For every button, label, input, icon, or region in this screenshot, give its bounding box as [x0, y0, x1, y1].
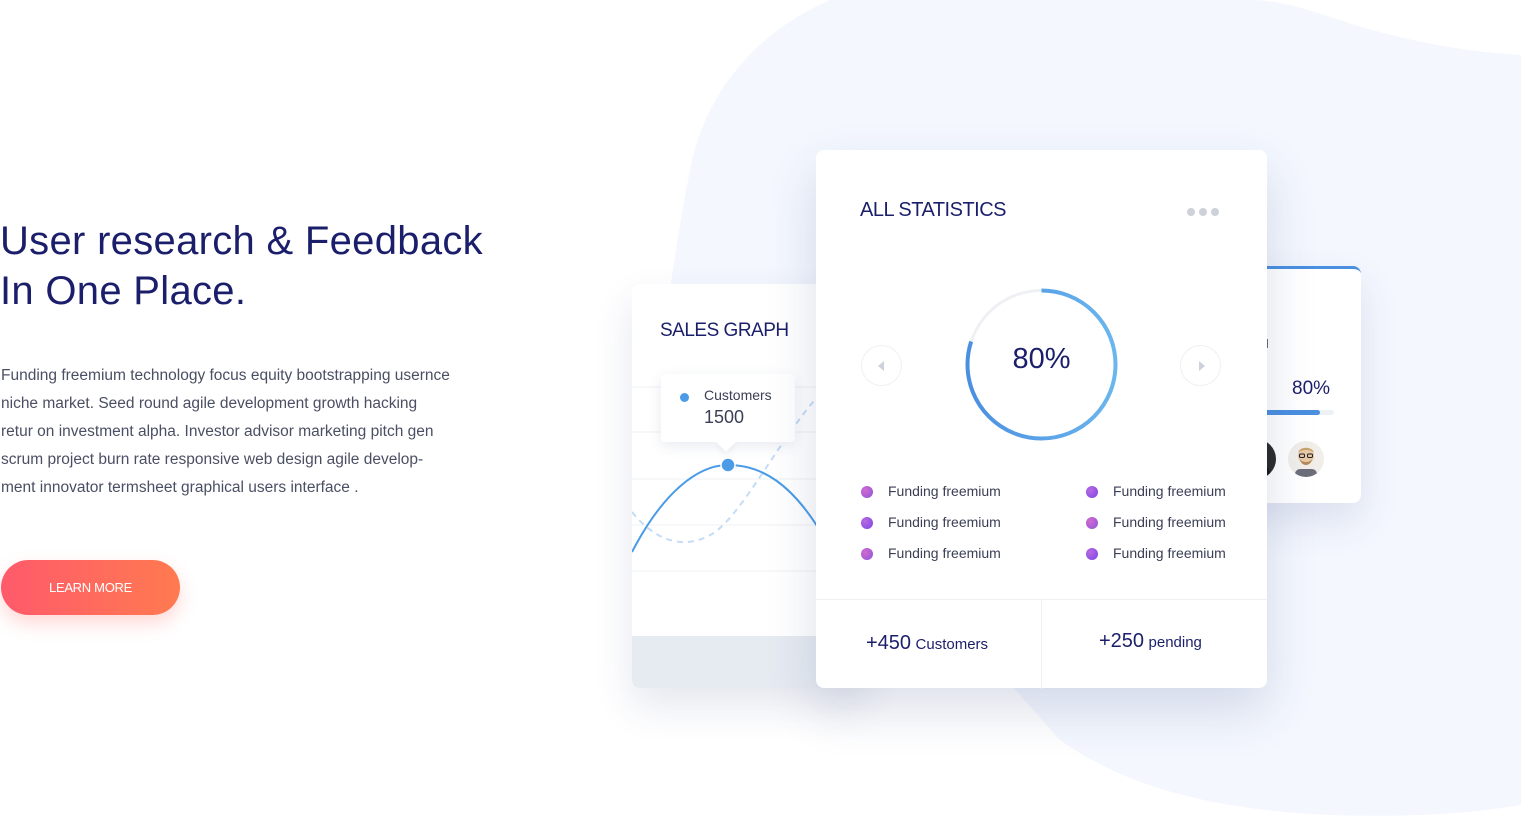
tooltip-label: Customers	[704, 387, 772, 403]
hero-title-line-1: User research & Feedback	[0, 219, 483, 263]
pending-label: pending	[1148, 634, 1202, 651]
tooltip-value: 1500	[704, 407, 745, 427]
chart-tooltip: Customers 1500	[661, 374, 795, 442]
statistics-card: ALL STATISTICS 80% Funding freemium Fund…	[816, 150, 1267, 689]
customers-count: +450	[866, 632, 912, 654]
legend-dot	[1086, 517, 1098, 529]
footer-divider	[1041, 600, 1042, 689]
legend-label: Funding freemium	[888, 514, 1001, 530]
previous-button[interactable]	[861, 345, 902, 386]
legend-dot	[1086, 486, 1098, 498]
hero-description-line: retur on investment alpha. Investor advi…	[1, 423, 434, 440]
statistics-footer: +450 Customers +250 pending	[816, 599, 1267, 689]
primary-series-line	[632, 463, 823, 553]
learn-more-button[interactable]: LEARN MORE	[1, 560, 180, 615]
next-button[interactable]	[1180, 345, 1221, 386]
legend-label: Funding freemium	[1113, 483, 1226, 499]
more-horizontal-icon[interactable]	[1185, 206, 1221, 218]
progress-percent: 80%	[1012, 343, 1071, 375]
hero-description: Funding freemium technology focus equity…	[1, 362, 501, 502]
legend-dot	[1086, 548, 1098, 560]
team-progress-percent: 80%	[1292, 378, 1331, 399]
legend-label: Funding freemium	[1113, 545, 1226, 561]
user-avatar[interactable]	[1286, 439, 1326, 479]
tooltip-dot	[680, 393, 689, 402]
hero-title: User research & Feedback In One Place.	[0, 216, 520, 316]
statistics-title: ALL STATISTICS	[860, 199, 1007, 221]
hero-description-line: niche market. Seed round agile developme…	[1, 395, 418, 412]
hero-description-line: Funding freemium technology focus equity…	[1, 367, 450, 384]
legend-label: Funding freemium	[1113, 514, 1226, 530]
chevron-right-icon	[1199, 361, 1205, 371]
customers-stat: +450 Customers	[866, 632, 988, 655]
hero-title-line-2: In One Place.	[0, 269, 247, 313]
team-progress-track	[1264, 410, 1334, 415]
legend-dot	[861, 548, 873, 560]
highlight-point	[720, 457, 736, 473]
legend-label: Funding freemium	[888, 545, 1001, 561]
customers-label: Customers	[915, 636, 989, 653]
legend-dot	[861, 517, 873, 529]
hero-description-line: scrum project burn rate responsive web d…	[1, 451, 424, 468]
pending-count: +250	[1099, 630, 1145, 652]
pending-stat: +250 pending	[1099, 630, 1202, 653]
legend-label: Funding freemium	[888, 483, 1001, 499]
hero-description-line: ment innovator termsheet graphical users…	[1, 479, 359, 496]
team-progress-fill	[1264, 410, 1320, 415]
legend-dot	[861, 486, 873, 498]
chevron-left-icon	[878, 361, 884, 371]
